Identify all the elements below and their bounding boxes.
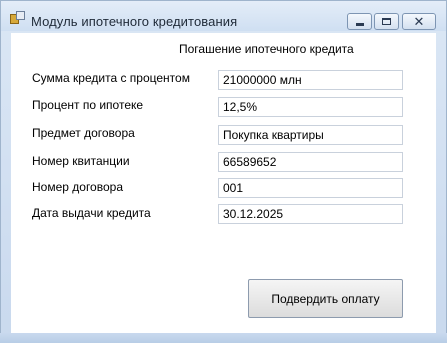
window-bottom-edge: [0, 333, 447, 343]
close-icon: ✕: [413, 14, 425, 29]
main-window: Модуль ипотечного кредитования ✕ Погашен…: [0, 0, 447, 343]
maximize-button[interactable]: [374, 13, 399, 30]
minimize-icon: [356, 23, 364, 26]
label-receipt-number: Номер квитанции: [32, 154, 130, 168]
label-loan-amount: Сумма кредита с процентом: [32, 71, 190, 85]
confirm-payment-button[interactable]: Подвердить оплату: [248, 279, 403, 318]
receipt-number-field[interactable]: 66589652: [218, 152, 403, 172]
label-issue-date: Дата выдачи кредита: [32, 206, 151, 220]
minimize-button[interactable]: [347, 13, 372, 30]
close-button[interactable]: ✕: [402, 13, 436, 30]
interest-rate-field[interactable]: 12,5%: [218, 97, 403, 117]
title-bar[interactable]: Модуль ипотечного кредитования ✕: [1, 1, 446, 31]
form-header: Погашение ипотечного кредита: [179, 42, 354, 56]
contract-number-field[interactable]: 001: [218, 178, 403, 198]
app-icon: [10, 11, 25, 24]
loan-amount-field[interactable]: 21000000 млн: [218, 70, 403, 90]
label-contract-number: Номер договора: [32, 180, 123, 194]
form-area: Погашение ипотечного кредита Сумма креди…: [11, 33, 436, 333]
label-interest-rate: Процент по ипотеке: [32, 98, 144, 112]
issue-date-field[interactable]: 30.12.2025: [218, 204, 403, 224]
label-contract-subject: Предмет договора: [32, 126, 135, 140]
maximize-icon: [382, 18, 391, 25]
contract-subject-field[interactable]: Покупка квартиры: [218, 125, 403, 145]
window-title: Модуль ипотечного кредитования: [31, 14, 238, 29]
